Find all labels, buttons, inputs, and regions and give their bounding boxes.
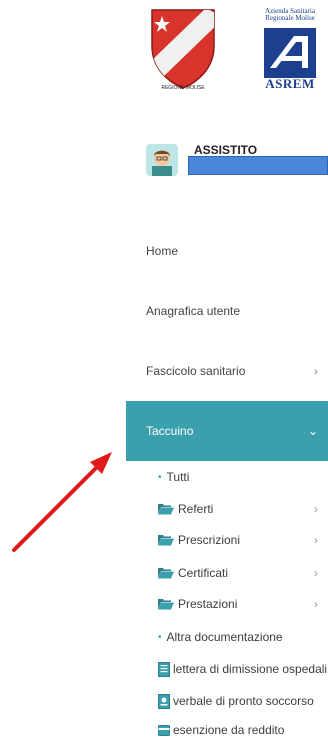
menu-item-label: Fascicolo sanitario — [146, 364, 246, 378]
menu-item-label: Home — [146, 244, 179, 258]
document-icon — [158, 693, 170, 709]
bullet-icon: • — [158, 631, 162, 643]
user-name-redacted — [188, 156, 328, 175]
submenu-item-verbale-pronto-soccorso[interactable]: verbale di pronto soccorso — [146, 690, 328, 712]
asrem-wordmark: ASREM — [265, 76, 315, 91]
submenu-item-referti[interactable]: Referti › — [146, 498, 328, 520]
submenu-item-esenzione-reddito[interactable]: esenzione da reddito — [146, 719, 328, 741]
submenu-item-label: Certificati — [178, 566, 229, 580]
submenu-item-label: Prestazioni — [178, 597, 238, 611]
annotation-arrow-icon — [12, 452, 112, 552]
folder-open-icon — [158, 535, 174, 546]
submenu-item-prestazioni[interactable]: Prestazioni › — [146, 593, 328, 615]
chevron-down-icon: ⌄ — [307, 424, 318, 438]
submenu-item-label: Prescrizioni — [178, 533, 241, 547]
folder-open-icon — [158, 599, 174, 610]
regione-molise-logo: REGIONE MOLISE — [151, 9, 215, 91]
submenu-item-prescrizioni[interactable]: Prescrizioni › — [146, 529, 328, 551]
submenu-item-tutti[interactable]: • Tutti — [146, 466, 328, 488]
chevron-right-icon: › — [314, 597, 318, 611]
bullet-icon: • — [158, 471, 162, 483]
submenu-item-certificati[interactable]: Certificati › — [146, 562, 328, 584]
submenu-item-label: esenzione da reddito — [173, 723, 285, 737]
chevron-right-icon: › — [314, 502, 318, 516]
submenu-item-label: Referti — [178, 502, 214, 516]
user-avatar-icon — [152, 150, 172, 176]
submenu-item-label: Tutti — [166, 470, 190, 484]
submenu-item-label: Altra documentazione — [166, 630, 283, 644]
region-logo-text: REGIONE MOLISE — [161, 85, 205, 91]
document-icon — [158, 661, 170, 677]
submenu-item-lettera-dimissione[interactable]: lettera di dimissione ospedali — [146, 658, 328, 680]
chevron-right-icon: › — [314, 533, 318, 547]
menu-item-label: Taccuino — [146, 424, 194, 438]
submenu-item-label: lettera di dimissione ospedali — [173, 662, 328, 676]
submenu-item-label: verbale di pronto soccorso — [173, 694, 314, 708]
user-role-label: ASSISTITO — [194, 143, 258, 157]
submenu-item-altra-documentazione[interactable]: • Altra documentazione — [146, 626, 328, 648]
folder-open-icon — [158, 504, 174, 515]
chevron-right-icon: › — [314, 566, 318, 580]
menu-item-anagrafica[interactable]: Anagrafica utente — [126, 291, 328, 331]
avatar — [146, 144, 178, 176]
menu-item-home[interactable]: Home — [126, 231, 328, 271]
menu-item-fascicolo[interactable]: Fascicolo sanitario › — [126, 351, 328, 391]
card-icon — [158, 724, 170, 736]
menu-item-taccuino[interactable]: Taccuino ⌄ — [126, 401, 328, 461]
chevron-right-icon: › — [314, 364, 318, 378]
folder-open-icon — [158, 568, 174, 579]
menu-item-label: Anagrafica utente — [146, 304, 241, 318]
